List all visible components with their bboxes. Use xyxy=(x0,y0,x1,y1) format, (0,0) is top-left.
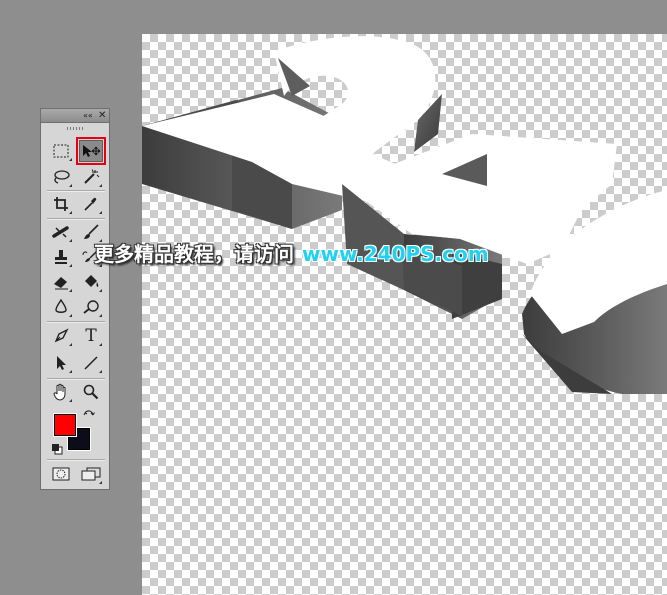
quick-mask-icon xyxy=(52,467,70,481)
crop-tool[interactable] xyxy=(49,193,73,215)
tool-flyout-indicator xyxy=(99,211,102,214)
line-icon xyxy=(84,356,98,370)
move-tool[interactable] xyxy=(76,137,106,165)
close-panel-icon[interactable]: ✕ xyxy=(98,109,106,122)
tools-divider xyxy=(47,378,105,380)
stamp-icon xyxy=(55,250,67,264)
clone-stamp-tool[interactable] xyxy=(49,246,73,268)
hand-tool[interactable] xyxy=(49,381,73,403)
rectangular-marquee-tool[interactable] xyxy=(49,140,73,162)
tool-flyout-indicator xyxy=(69,289,72,292)
eyedropper-icon xyxy=(84,197,97,211)
tool-flyout-indicator xyxy=(69,211,72,214)
watermark-url: www.240PS.com xyxy=(302,242,489,266)
screen-mode[interactable] xyxy=(79,463,103,485)
move-icon xyxy=(83,145,101,157)
foreground-color-swatch[interactable] xyxy=(53,413,77,437)
swap-colors-icon[interactable] xyxy=(83,409,95,421)
dodge-tool[interactable] xyxy=(79,296,103,318)
tool-flyout-indicator xyxy=(69,399,72,402)
tool-flyout-indicator xyxy=(69,264,72,267)
tools-divider xyxy=(47,218,105,220)
tools-divider xyxy=(47,190,105,192)
tool-flyout-indicator xyxy=(99,184,102,187)
zoom-tool[interactable] xyxy=(79,381,103,403)
magnifier-icon xyxy=(83,384,99,400)
lasso-icon xyxy=(54,170,70,184)
tool-flyout-indicator xyxy=(99,343,102,346)
collapse-panel-icon[interactable]: «« xyxy=(83,110,93,122)
magic-wand-tool[interactable] xyxy=(79,166,103,188)
watermark: 更多精品教程，请访问 www.240PS.com xyxy=(94,240,489,268)
watermark-chinese-text: 更多精品教程，请访问 xyxy=(94,242,294,266)
tool-flyout-indicator xyxy=(69,158,72,161)
document-canvas[interactable] xyxy=(142,34,667,595)
quick-mask-mode[interactable] xyxy=(49,463,73,485)
tool-flyout-indicator xyxy=(99,370,102,373)
type-tool[interactable]: T xyxy=(79,325,103,347)
tool-flyout-indicator xyxy=(69,370,72,373)
path-selection-tool[interactable] xyxy=(49,352,73,374)
tool-flyout-indicator xyxy=(99,314,102,317)
tool-flyout-indicator xyxy=(99,289,102,292)
pen-tool[interactable] xyxy=(49,325,73,347)
eraser-icon xyxy=(54,277,68,290)
default-colors-icon[interactable] xyxy=(51,443,63,455)
blur-drop-icon xyxy=(55,299,67,313)
tool-flyout-indicator xyxy=(69,184,72,187)
marquee-icon xyxy=(53,144,69,158)
eraser-tool[interactable] xyxy=(49,271,73,293)
line-tool[interactable] xyxy=(79,352,103,374)
panel-grip[interactable] xyxy=(67,127,85,130)
eyedropper-tool[interactable] xyxy=(79,193,103,215)
tools-panel-header[interactable]: «« ✕ xyxy=(41,109,109,123)
crop-icon xyxy=(54,197,68,211)
brush-icon xyxy=(84,224,99,239)
arrow-icon xyxy=(57,356,66,370)
dodge-icon xyxy=(83,300,99,314)
tool-flyout-indicator xyxy=(99,481,102,484)
tools-panel: «« ✕ T xyxy=(40,108,110,490)
healing-icon xyxy=(52,226,69,238)
tool-flyout-indicator xyxy=(69,343,72,346)
screen-mode-icon xyxy=(81,467,101,481)
tools-divider xyxy=(47,321,105,323)
lasso-tool[interactable] xyxy=(49,166,73,188)
magic-wand-icon xyxy=(84,169,100,184)
bucket-icon xyxy=(85,275,99,287)
type-icon: T xyxy=(85,326,97,346)
tool-flyout-indicator xyxy=(69,314,72,317)
tools-divider xyxy=(47,459,105,461)
spot-healing-tool[interactable] xyxy=(49,221,73,243)
tool-flyout-indicator xyxy=(69,239,72,242)
paint-bucket-tool[interactable] xyxy=(79,271,103,293)
pen-icon xyxy=(54,328,69,343)
hand-icon xyxy=(53,383,66,401)
blur-tool[interactable] xyxy=(49,296,73,318)
3d-text-layer xyxy=(142,36,667,394)
